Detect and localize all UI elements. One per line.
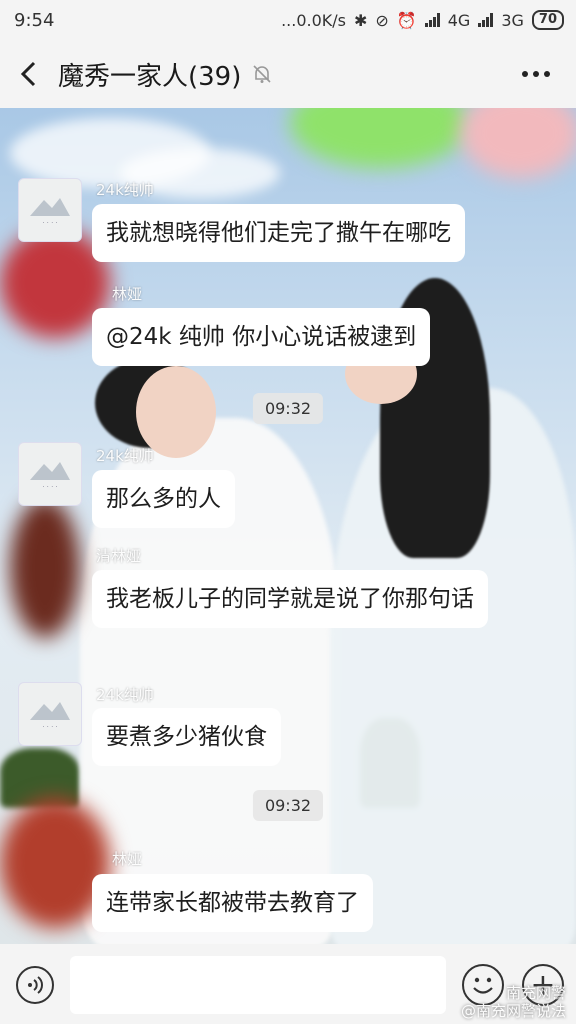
more-button[interactable]	[518, 60, 554, 88]
sender-name: 林娅	[112, 285, 143, 303]
signal-icon-2	[478, 13, 494, 27]
net-speed: ...0.0K/s	[281, 10, 347, 30]
input-bar: + 南充网警 @南充网警说法	[0, 944, 576, 1024]
bluetooth-icon: ✱	[354, 10, 368, 30]
chat-area[interactable]: · · · · 24k纯帅 我就想晓得他们走完了撒午在哪吃 林娅 @24k 纯帅…	[0, 108, 576, 944]
message-input[interactable]	[70, 956, 446, 1014]
avatar[interactable]: · · · ·	[18, 442, 82, 506]
network-label-2: 3G	[501, 10, 524, 30]
blur-smudge	[460, 108, 576, 178]
avatar-caption: · · · ·	[42, 218, 58, 227]
network-label-1: 4G	[447, 10, 471, 30]
message-bubble[interactable]: 要煮多少猪伙食	[92, 708, 281, 766]
status-bar: 9:54 ...0.0K/s ✱ ⊘ ⏰ 4G 3G 70	[0, 0, 576, 40]
more-dots-icon	[522, 71, 550, 77]
voice-icon	[28, 976, 43, 994]
avatar-caption: · · · ·	[42, 722, 58, 731]
avatar[interactable]: · · · ·	[18, 682, 82, 746]
timestamp: 09:32	[252, 393, 324, 424]
alarm-icon: ⏰	[396, 10, 417, 30]
message-bubble[interactable]: 连带家长都被带去教育了	[92, 874, 373, 932]
chat-title: 魔秀一家人(39)	[58, 61, 242, 92]
status-indicators: ...0.0K/s ✱ ⊘ ⏰ 4G 3G 70	[281, 10, 564, 30]
sender-name: 24k纯帅	[96, 181, 154, 199]
timestamp: 09:32	[252, 790, 324, 821]
sender-name: 24k纯帅	[96, 447, 154, 465]
signal-icon	[424, 13, 440, 27]
watermark: 南充网警 @南充网警说法	[461, 984, 566, 1020]
sender-name: 清林娅	[96, 547, 142, 565]
back-button[interactable]	[0, 40, 58, 108]
chat-header: 魔秀一家人(39)	[0, 40, 576, 108]
voice-button[interactable]	[16, 966, 54, 1004]
blur-smudge	[290, 108, 470, 168]
message-bubble[interactable]: 那么多的人	[92, 470, 235, 528]
avatar[interactable]: · · · ·	[18, 178, 82, 242]
mountain-icon	[30, 701, 70, 720]
watermark-line-1: 南充网警	[505, 984, 566, 1002]
sender-name: 林娅	[112, 850, 143, 868]
sender-name: 24k纯帅	[96, 686, 154, 704]
mountain-icon	[30, 197, 70, 216]
message-bubble[interactable]: @24k 纯帅 你小心说话被逮到	[92, 308, 431, 366]
chevron-left-icon	[20, 61, 36, 87]
battery-icon: 70	[531, 10, 564, 30]
message-bubble[interactable]: 我就想晓得他们走完了撒午在哪吃	[92, 204, 465, 262]
avatar-caption: · · · ·	[42, 482, 58, 491]
blur-smudge	[10, 498, 80, 638]
dnd-icon: ⊘	[375, 10, 389, 30]
bell-off-icon	[251, 63, 273, 85]
status-time: 9:54	[14, 9, 55, 31]
watermark-line-2: @南充网警说法	[460, 1002, 566, 1020]
message-bubble[interactable]: 我老板儿子的同学就是说了你那句话	[92, 570, 488, 628]
mountain-icon	[30, 461, 70, 480]
